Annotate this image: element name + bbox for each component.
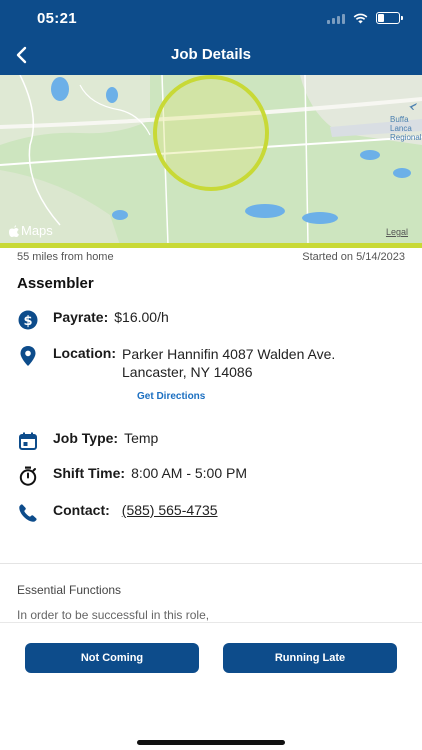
map-legal-link[interactable]: Legal <box>386 227 408 237</box>
maps-label: Maps <box>21 223 53 238</box>
distance-text: 55 miles from home <box>17 251 114 263</box>
job-title: Assembler <box>17 275 94 292</box>
apple-maps-logo: Maps <box>9 223 53 238</box>
contact-row: Contact: (585) 565-4735 <box>17 502 408 524</box>
map-graphic <box>0 75 422 245</box>
not-coming-button[interactable]: Not Coming <box>25 643 199 673</box>
action-bar: Not Coming Running Late <box>0 622 422 750</box>
wifi-icon <box>353 13 368 23</box>
job-meta: 55 miles from home Started on 5/14/2023 <box>17 251 405 263</box>
get-directions-link[interactable]: Get Directions <box>137 391 205 402</box>
shift-value: 8:00 AM - 5:00 PM <box>131 465 248 481</box>
payrate-label: Payrate: <box>53 309 109 325</box>
status-icons <box>327 12 403 24</box>
location-map[interactable]: Maps Legal Buffa Lanca Regional A <box>0 75 422 245</box>
map-divider <box>0 243 422 248</box>
airport-icon <box>409 103 417 110</box>
status-time: 05:21 <box>37 10 77 27</box>
location-line-2: Lancaster, NY 14086 <box>122 364 253 380</box>
shift-row: Shift Time: 8:00 AM - 5:00 PM <box>17 465 408 487</box>
contact-label: Contact: <box>53 502 110 518</box>
payrate-value: $16.00/h <box>114 309 169 325</box>
location-line-1: Parker Hannifin 4087 Walden Ave. <box>122 346 336 362</box>
page-title: Job Details <box>170 46 252 63</box>
location-row: Location: Parker Hannifin 4087 Walden Av… <box>17 345 408 381</box>
apple-logo-icon <box>9 224 19 237</box>
jobtype-row: Job Type: Temp <box>17 430 408 452</box>
location-value: Parker Hannifin 4087 Walden Ave. Lancast… <box>122 345 335 381</box>
started-date: Started on 5/14/2023 <box>302 251 405 263</box>
section-divider <box>0 563 422 564</box>
home-indicator[interactable] <box>137 740 285 745</box>
cellular-signal-icon <box>327 13 345 24</box>
location-pin-icon <box>17 345 39 367</box>
running-late-button[interactable]: Running Late <box>223 643 397 673</box>
calendar-icon <box>17 430 39 452</box>
shift-label: Shift Time: <box>53 465 126 481</box>
stopwatch-icon <box>17 465 39 487</box>
app-header: 05:21 Job Details <box>0 0 422 75</box>
dollar-icon: $ <box>17 309 39 331</box>
battery-icon <box>376 12 403 24</box>
location-label: Location: <box>53 345 116 361</box>
jobtype-value: Temp <box>124 430 159 446</box>
airport-label: Buffa Lanca Regional A <box>390 115 422 142</box>
svg-text:$: $ <box>23 314 32 329</box>
essential-functions-title: Essential Functions <box>17 583 122 597</box>
payrate-row: $ Payrate: $16.00/h <box>17 309 408 331</box>
phone-icon <box>17 502 39 524</box>
contact-phone-link[interactable]: (585) 565-4735 <box>122 502 218 518</box>
jobtype-label: Job Type: <box>53 430 119 446</box>
essential-functions-text: In order to be successful in this role, <box>17 608 210 621</box>
